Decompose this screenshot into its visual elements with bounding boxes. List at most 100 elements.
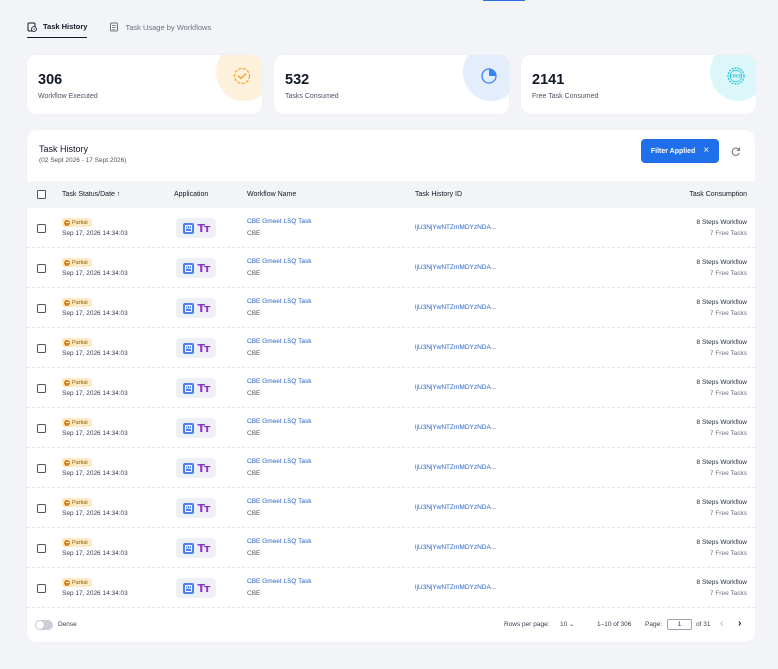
google-calendar-icon: 31 xyxy=(182,462,194,474)
workflow-name-link[interactable]: CBE Gmeet LSQ Task xyxy=(247,418,312,425)
workflow-name-link[interactable]: CBE Gmeet LSQ Task xyxy=(247,338,312,345)
table-row[interactable]: Partial Sep 17, 2026 14:34:03 31 Tт CBE G… xyxy=(27,528,755,568)
task-history-id-link[interactable]: ljU3NjYwNTZmMDYzNDA... xyxy=(415,424,496,431)
dense-toggle[interactable] xyxy=(35,620,53,630)
dense-label: Dense xyxy=(58,621,77,628)
panel-date-range: (02 Sept 2026 - 17 Sept 2026) xyxy=(39,157,127,164)
workspace-name: CBE xyxy=(247,270,261,277)
column-header-status-date[interactable]: Task Status/Date ↑ xyxy=(62,191,120,198)
row-date: Sep 17, 2026 14:34:03 xyxy=(62,390,128,397)
table-row[interactable]: Partial Sep 17, 2026 14:34:03 31 Tт CBE G… xyxy=(27,448,755,488)
task-history-id-link[interactable]: ljU3NjYwNTZmMDYzNDA... xyxy=(415,584,496,591)
select-all-checkbox[interactable] xyxy=(37,190,46,199)
task-history-id-link[interactable]: ljU3NjYwNTZmMDYzNDA... xyxy=(415,464,496,471)
column-header-task-history-id[interactable]: Task History ID xyxy=(415,191,462,198)
application-icons: 31 Tт xyxy=(176,258,216,278)
task-history-id-link[interactable]: ljU3NjYwNTZmMDYzNDA... xyxy=(415,304,496,311)
filter-label: Filter Applied xyxy=(650,147,696,155)
table-row[interactable]: Partial Sep 17, 2026 14:34:03 31 Tт CBE G… xyxy=(27,368,755,408)
row-checkbox[interactable] xyxy=(37,584,46,593)
pie-chart-icon xyxy=(481,68,497,84)
table-row[interactable]: Partial Sep 17, 2026 14:34:03 31 Tт CBE G… xyxy=(27,568,755,608)
page-number-input[interactable]: 1 xyxy=(667,619,692,630)
row-checkbox[interactable] xyxy=(37,504,46,513)
workspace-name: CBE xyxy=(247,350,261,357)
row-checkbox[interactable] xyxy=(37,384,46,393)
workflow-name-link[interactable]: CBE Gmeet LSQ Task xyxy=(247,538,312,545)
column-header-application[interactable]: Application xyxy=(174,191,208,198)
steps-workflow: 8 Steps Workflow xyxy=(696,299,747,306)
status-badge: Partial xyxy=(62,418,92,427)
table-row[interactable]: Partial Sep 17, 2026 14:34:03 31 Tт CBE G… xyxy=(27,488,755,528)
column-header-task-consumption[interactable]: Task Consumption xyxy=(689,191,747,198)
kpi-label: Tasks Consumed xyxy=(285,93,339,100)
table-row[interactable]: Partial Sep 17, 2026 14:34:03 31 Tт CBE G… xyxy=(27,328,755,368)
workflow-name-link[interactable]: CBE Gmeet LSQ Task xyxy=(247,498,312,505)
task-history-id-link[interactable]: ljU3NjYwNTZmMDYzNDA... xyxy=(415,544,496,551)
kpi-row: 306 Workflow Executed 532 Tasks Consumed… xyxy=(27,55,756,114)
free-tasks: 7 Free Tasks xyxy=(709,470,747,477)
column-header-workflow-name[interactable]: Workflow Name xyxy=(247,191,296,198)
task-history-id-link[interactable]: ljU3NjYwNTZmMDYzNDA... xyxy=(415,504,496,511)
workflow-name-link[interactable]: CBE Gmeet LSQ Task xyxy=(247,298,312,305)
row-checkbox[interactable] xyxy=(37,424,46,433)
status-badge: Partial xyxy=(62,338,92,347)
status-badge: Partial xyxy=(62,498,92,507)
task-history-id-link[interactable]: ljU3NjYwNTZmMDYzNDA... xyxy=(415,384,496,391)
kpi-label: Free Task Consumed xyxy=(532,93,599,100)
filter-applied-button[interactable]: Filter Applied × xyxy=(641,139,719,163)
status-badge: Partial xyxy=(62,578,92,587)
page-total: of 31 xyxy=(696,621,711,628)
workflow-name-link[interactable]: CBE Gmeet LSQ Task xyxy=(247,458,312,465)
kpi-card-free-task-consumed: FREE 2141 Free Task Consumed xyxy=(521,55,756,114)
gear-check-icon xyxy=(233,67,251,85)
truncated-link[interactable] xyxy=(483,0,525,1)
row-checkbox[interactable] xyxy=(37,304,46,313)
rows-per-page-select[interactable]: 10 ⌄ xyxy=(560,620,574,628)
chevron-left-icon[interactable]: ‹ xyxy=(720,618,723,629)
tab-task-usage[interactable]: Task Usage by Workflows xyxy=(109,16,211,38)
google-calendar-icon: 31 xyxy=(182,542,194,554)
row-checkbox[interactable] xyxy=(37,224,46,233)
partial-icon xyxy=(64,379,70,386)
refresh-icon[interactable] xyxy=(730,146,741,157)
workspace-name: CBE xyxy=(247,470,261,477)
task-history-id-link[interactable]: ljU3NjYwNTZmMDYzNDA... xyxy=(415,344,496,351)
task-history-id-link[interactable]: ljU3NjYwNTZmMDYzNDA... xyxy=(415,264,496,271)
row-checkbox[interactable] xyxy=(37,464,46,473)
steps-workflow: 8 Steps Workflow xyxy=(696,419,747,426)
partial-icon xyxy=(64,419,70,426)
table-row[interactable]: Partial Sep 17, 2026 14:34:03 31 Tт CBE G… xyxy=(27,288,755,328)
row-date: Sep 17, 2026 14:34:03 xyxy=(62,230,128,237)
workflow-name-link[interactable]: CBE Gmeet LSQ Task xyxy=(247,578,312,585)
workflow-name-link[interactable]: CBE Gmeet LSQ Task xyxy=(247,258,312,265)
row-date: Sep 17, 2026 14:34:03 xyxy=(62,590,128,597)
history-icon xyxy=(27,22,37,32)
application-icons: 31 Tт xyxy=(176,538,216,558)
status-badge: Partial xyxy=(62,458,92,467)
workflow-name-link[interactable]: CBE Gmeet LSQ Task xyxy=(247,378,312,385)
row-checkbox[interactable] xyxy=(37,264,46,273)
steps-workflow: 8 Steps Workflow xyxy=(696,579,747,586)
kpi-card-tasks-consumed: 532 Tasks Consumed xyxy=(274,55,509,114)
row-checkbox[interactable] xyxy=(37,344,46,353)
table-row[interactable]: Partial Sep 17, 2026 14:34:03 31 Tт CBE G… xyxy=(27,408,755,448)
application-icons: 31 Tт xyxy=(176,578,216,598)
free-tasks: 7 Free Tasks xyxy=(709,590,747,597)
tab-task-history[interactable]: Task History xyxy=(27,16,88,38)
table-row[interactable]: Partial Sep 17, 2026 14:34:03 31 Tт CBE G… xyxy=(27,208,755,248)
google-calendar-icon: 31 xyxy=(182,262,194,274)
google-calendar-icon: 31 xyxy=(182,382,194,394)
rows-per-page-label: Rows per page: xyxy=(504,621,550,628)
workflow-name-link[interactable]: CBE Gmeet LSQ Task xyxy=(247,218,312,225)
chevron-right-icon[interactable]: › xyxy=(738,618,741,629)
table-row[interactable]: Partial Sep 17, 2026 14:34:03 31 Tт CBE G… xyxy=(27,248,755,288)
row-checkbox[interactable] xyxy=(37,544,46,553)
task-history-id-link[interactable]: ljU3NjYwNTZmMDYzNDA... xyxy=(415,224,496,231)
google-calendar-icon: 31 xyxy=(182,222,194,234)
steps-workflow: 8 Steps Workflow xyxy=(696,219,747,226)
text-formatter-icon: Tт xyxy=(197,341,211,355)
text-formatter-icon: Tт xyxy=(197,221,211,235)
top-edge xyxy=(0,0,778,4)
close-icon[interactable]: × xyxy=(703,146,709,156)
